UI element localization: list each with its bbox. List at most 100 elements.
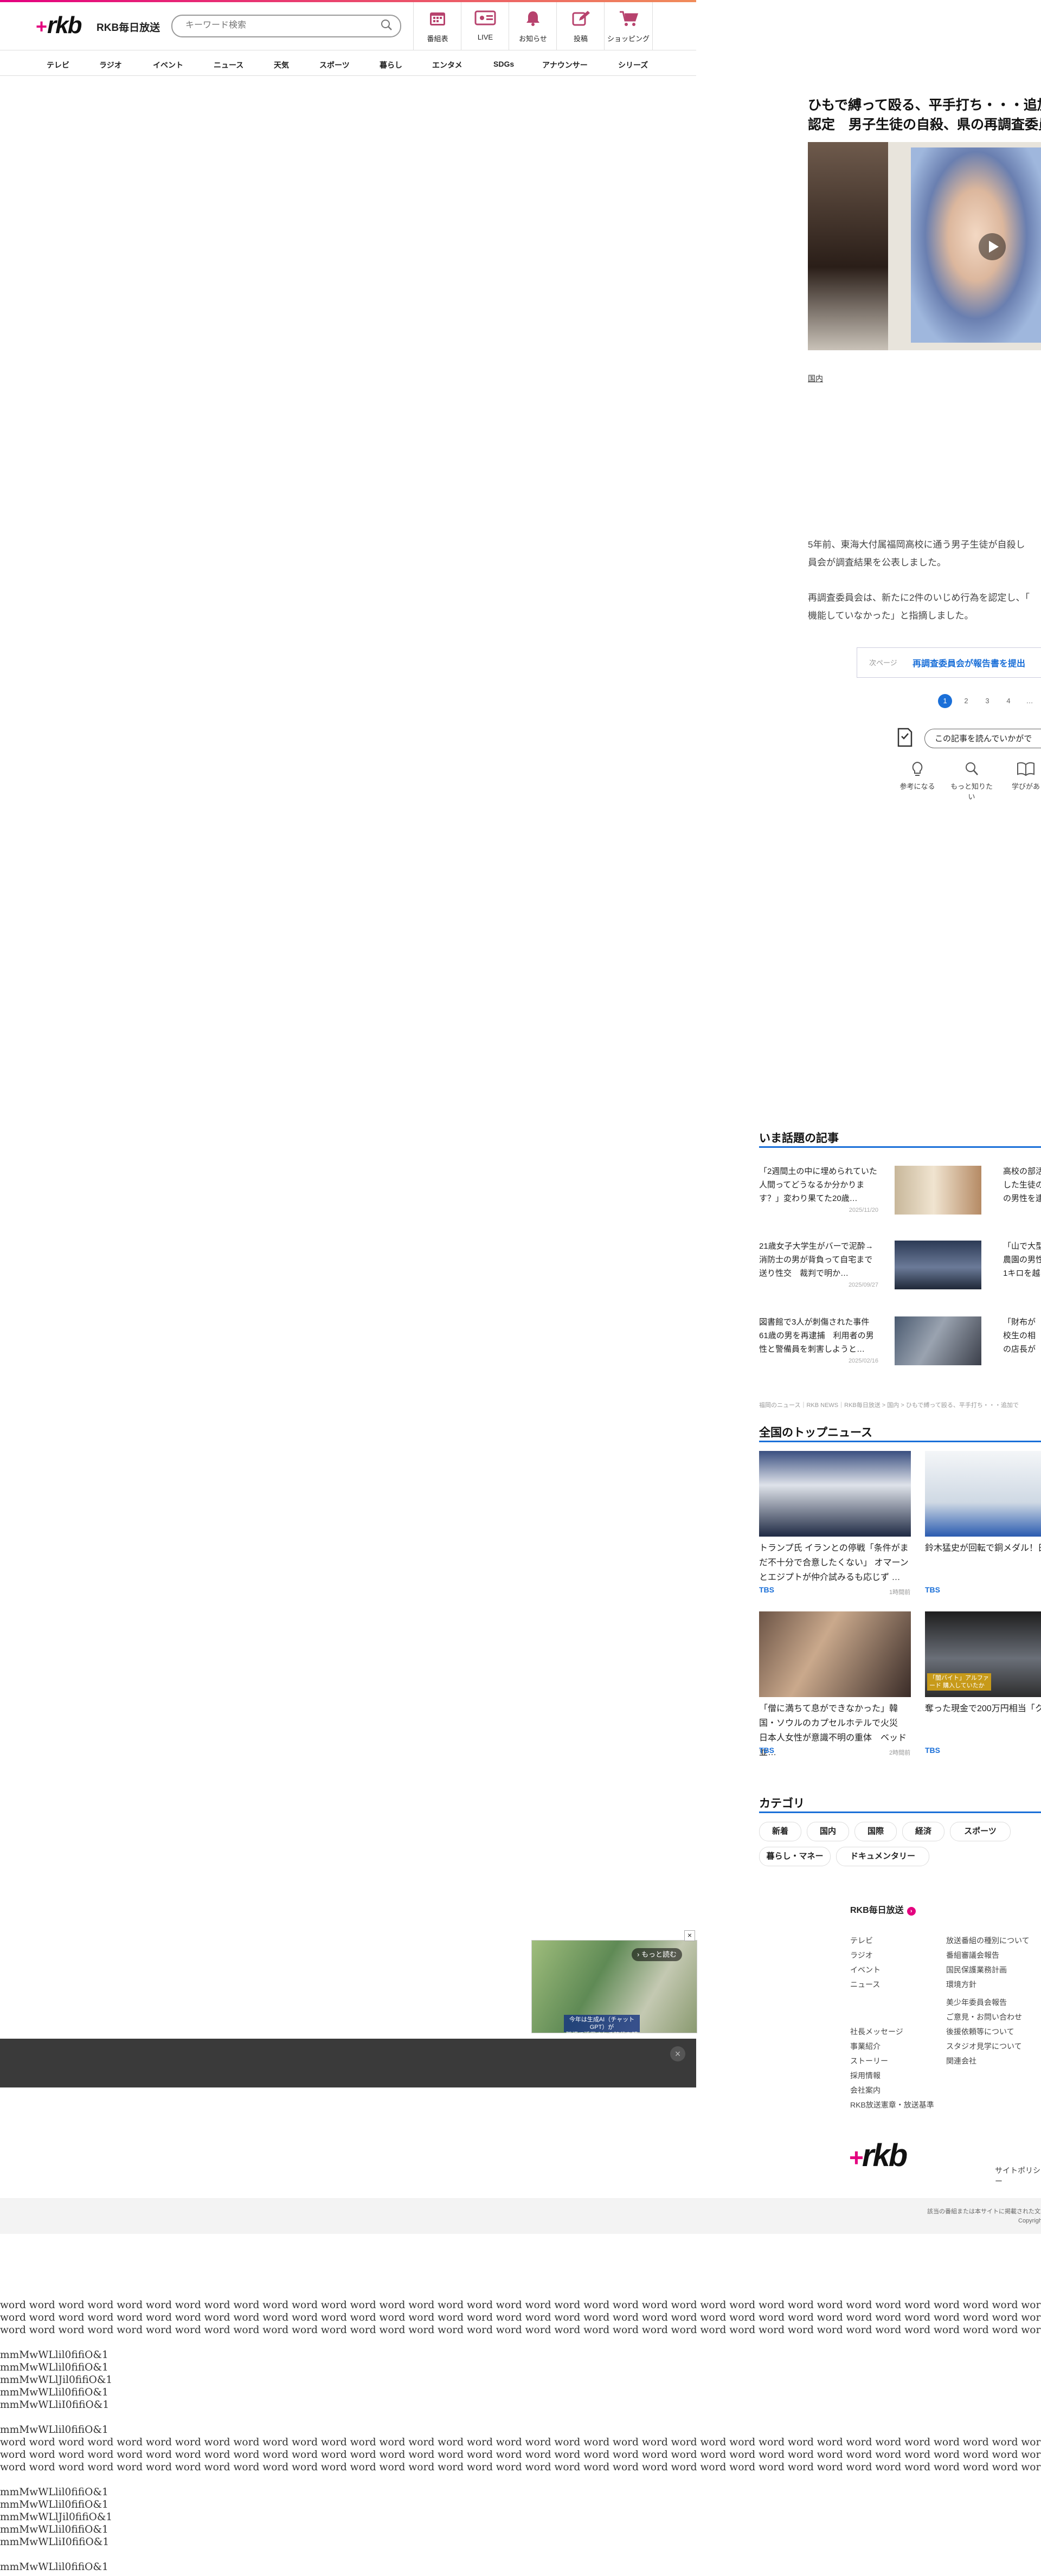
article-hero-video[interactable]	[808, 142, 1041, 350]
reaction-helpful[interactable]: 参考になる	[896, 761, 939, 791]
trending-item-thumbnail[interactable]	[895, 1166, 981, 1215]
footer-link[interactable]: 環境方針	[946, 1977, 1041, 1992]
menu-item-series[interactable]: シリーズ	[618, 60, 648, 70]
filler-line: mmMwWLliI0fifiO&1	[0, 2399, 110, 2411]
site-logo[interactable]: +rkb	[36, 12, 82, 39]
news-thumbnail[interactable]	[925, 1451, 1041, 1537]
footer-link[interactable]: 採用情報	[850, 2068, 937, 2083]
footer-link[interactable]: テレビ	[850, 1933, 937, 1948]
footer-logo[interactable]: +rkb	[849, 2137, 908, 2174]
ad-read-more-button[interactable]: › もっと読む	[632, 1948, 682, 1961]
filler-line: word word word word word word word word …	[0, 2324, 1041, 2336]
news-date: 1時間前	[889, 1589, 911, 1596]
footer-link[interactable]: RKB放送憲章・放送基準	[850, 2098, 937, 2112]
footer-link[interactable]: 社長メッセージ	[850, 2025, 937, 2039]
trending-item-date: 2025/02/16	[848, 1358, 878, 1364]
footer-title-text: RKB毎日放送	[850, 1906, 904, 1915]
hero-portrait	[911, 147, 1041, 343]
breadcrumb[interactable]: 福岡のニュース｜RKB NEWS｜RKB毎日放送 > 国内 > ひもで縛って殴る…	[759, 1401, 1019, 1409]
news-headline[interactable]: 奪った現金で200万円相当「ク…の高級腕時計や1000万円相当…ァード」購入か……	[925, 1701, 1041, 1716]
filler-line: mmMwWLlil0fifiO&1	[0, 2524, 108, 2535]
menu-item-sports[interactable]: スポーツ	[319, 60, 350, 70]
nav-program-guide[interactable]: 番組表	[413, 2, 461, 50]
news-headline[interactable]: 鈴木猛史が回転で銅メダル！日本勢で3大会ぶりの表彰台、森井大輝も入賞［ミラノパラ…	[925, 1541, 1041, 1556]
category-chip[interactable]: 国際	[854, 1822, 897, 1841]
pagination-page[interactable]: 4	[1001, 694, 1016, 708]
category-chip[interactable]: 新着	[759, 1822, 801, 1841]
category-chip[interactable]: 経済	[902, 1822, 944, 1841]
close-icon[interactable]: ×	[684, 1930, 695, 1941]
trending-item-thumbnail[interactable]	[895, 1316, 981, 1365]
footer-link[interactable]: 会社案内	[850, 2083, 937, 2098]
search-box[interactable]	[171, 15, 401, 37]
pagination-page[interactable]: 3	[980, 694, 994, 708]
reaction-want-more[interactable]: もっと知りたい	[950, 761, 993, 801]
menu-item-radio[interactable]: ラジオ	[99, 60, 122, 70]
category-chip[interactable]: 国内	[807, 1822, 849, 1841]
trending-item-thumbnail[interactable]	[895, 1241, 981, 1289]
footer-link[interactable]: 美少年委員会報告	[946, 1995, 1041, 2010]
footer-link[interactable]: ラジオ	[850, 1948, 937, 1963]
trending-item-text[interactable]: 高校の部活 した生徒の の男性を逮	[1003, 1165, 1041, 1205]
feedback-button[interactable]: この記事を読んでいかがで	[924, 729, 1041, 748]
menu-item-news[interactable]: ニュース	[214, 60, 243, 70]
menu-item-announcer[interactable]: アナウンサー	[542, 60, 588, 70]
trending-item-text[interactable]: 「財布が 校生の相 の店長が	[1003, 1315, 1041, 1356]
pagination-page[interactable]: 2	[959, 694, 973, 708]
footer-link[interactable]: 事業紹介	[850, 2039, 937, 2054]
nav-label: 投稿	[573, 35, 588, 43]
footer-link[interactable]: ご意見・お問い合わせ	[946, 2010, 1041, 2025]
logo-text: rkb	[47, 12, 82, 38]
category-tag[interactable]: 国内	[808, 373, 823, 384]
reaction-learned[interactable]: 学びがあ	[1004, 761, 1041, 791]
site-policy-link[interactable]: サイトポリシー	[995, 2165, 1041, 2187]
logo-plus-mark: +	[36, 15, 47, 37]
next-page-link[interactable]: 次ページ 再調査委員会が報告書を提出	[857, 647, 1041, 678]
close-icon[interactable]: ×	[670, 2046, 685, 2061]
menu-item-event[interactable]: イベント	[153, 60, 183, 70]
section-underline	[759, 1441, 1041, 1442]
pagination-page[interactable]: 1	[938, 694, 952, 708]
footer-link[interactable]: 番組審議会報告	[946, 1948, 1041, 1963]
trending-item-text[interactable]: 「2週間土の中に埋められていた人間ってどうなるか分かります？」変わり果てた20歳…	[759, 1165, 878, 1205]
menu-item-tv[interactable]: テレビ	[47, 60, 69, 70]
menu-item-entertainment[interactable]: エンタメ	[432, 60, 462, 70]
footer-link[interactable]: 国民保護業務計画	[946, 1963, 1041, 1977]
trending-item-text[interactable]: 「山で大型 農園の男性 1キロを越	[1003, 1239, 1041, 1280]
footer-link[interactable]: イベント	[850, 1963, 937, 1977]
nav-post[interactable]: 投稿	[556, 2, 605, 50]
footer-link[interactable]: ニュース	[850, 1977, 937, 1992]
news-headline[interactable]: 「僧に満ちて息ができなかった」韓国・ソウルのカプセルホテルで火災 日本人女性が意…	[759, 1701, 911, 1760]
search-input[interactable]	[184, 20, 365, 31]
footer-link[interactable]: 放送番組の種別について	[946, 1933, 1041, 1948]
nav-notices[interactable]: お知らせ	[509, 2, 557, 50]
nav-label: ショッピング	[607, 35, 650, 43]
category-chip[interactable]: スポーツ	[950, 1822, 1011, 1841]
trending-item-text[interactable]: 21歳女子大学生がバーで泥酔→消防士の男が背負って自宅まで送り性交 裁判で明か…	[759, 1239, 878, 1280]
filler-line: word word word word word word word word …	[0, 2437, 1041, 2448]
menu-item-life[interactable]: 暮らし	[380, 60, 402, 70]
section-underline	[759, 1811, 1041, 1813]
news-headline[interactable]: トランプ氏 イランとの停戦「条件がまだ不十分で合意したくない」 オマーンとエジプ…	[759, 1541, 911, 1585]
nav-live[interactable]: LIVE	[461, 2, 509, 50]
category-chip[interactable]: 暮らし・マネー	[759, 1847, 831, 1866]
nav-shopping[interactable]: ショッピング	[604, 2, 653, 50]
menu-item-sdgs[interactable]: SDGs	[493, 60, 514, 68]
trending-item-text[interactable]: 図書館で3人が刺傷された事件 61歳の男を再逮捕 利用者の男性と警備員を刺害しよ…	[759, 1315, 878, 1356]
footer-link[interactable]: 関連会社	[946, 2054, 1041, 2068]
footer-title[interactable]: RKB毎日放送 ›	[850, 1906, 916, 1916]
article-title: ひもで縛って殴る、平手打ち・・・追加 認定 男子生徒の自殺、県の再調査委員	[808, 95, 1041, 134]
play-icon[interactable]	[979, 233, 1006, 260]
footer-link[interactable]: 後援依頼等について	[946, 2025, 1041, 2039]
article-paragraph: 再調査委員会は、新たに2件のいじめ行為を認定し、「 機能していなかった」と指摘し…	[808, 589, 1041, 625]
footer-link[interactable]: スタジオ見学について	[946, 2039, 1041, 2054]
top-news-section-title: 全国のトップニュース	[759, 1427, 872, 1439]
news-thumbnail[interactable]	[759, 1611, 911, 1697]
cart-icon	[620, 11, 639, 26]
category-chip[interactable]: ドキュメンタリー	[836, 1847, 929, 1866]
news-thumbnail[interactable]	[759, 1451, 911, 1537]
search-icon[interactable]	[381, 19, 393, 31]
footer-link[interactable]: ストーリー	[850, 2054, 937, 2068]
menu-item-weather[interactable]: 天気	[274, 60, 289, 70]
footer-notice: 該当の番組または本サイトに掲載された文章・画	[927, 2208, 1041, 2215]
